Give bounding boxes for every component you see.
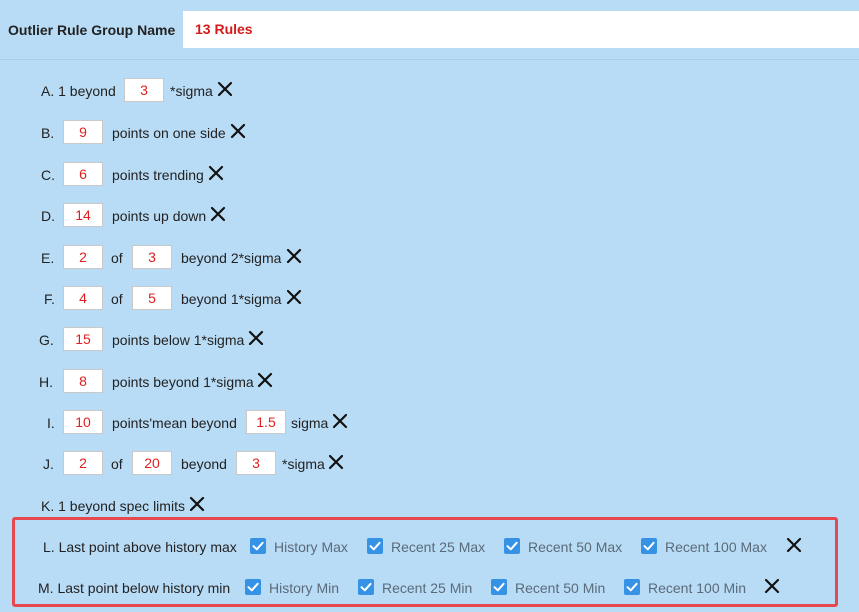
- rule-d-points-input[interactable]: [63, 203, 103, 227]
- option-label: History Max: [274, 539, 348, 555]
- option-label: History Min: [269, 580, 340, 596]
- option-label: Recent 50 Max: [528, 539, 623, 555]
- checkbox-checked-icon[interactable]: [245, 579, 261, 595]
- rule-k-label: K. 1 beyond spec limits: [41, 498, 185, 514]
- checkbox-checked-icon[interactable]: [641, 538, 657, 554]
- rule-i-suffix: sigma: [291, 415, 329, 431]
- rule-c-points-input[interactable]: [63, 162, 103, 186]
- rule-c-suffix: points trending: [112, 167, 204, 183]
- rule-m-delete-close-icon[interactable]: [764, 578, 780, 594]
- rule-b: B. points on one side: [0, 119, 859, 147]
- rule-f-label: F.: [44, 291, 55, 307]
- checkbox-checked-icon[interactable]: [491, 579, 507, 595]
- rule-g-suffix: points below 1*sigma: [112, 332, 245, 348]
- rule-d-delete-close-icon[interactable]: [210, 206, 226, 222]
- rule-g: G. points below 1*sigma: [0, 326, 859, 354]
- rule-e-total-input[interactable]: [132, 245, 172, 269]
- rule-h-delete-close-icon[interactable]: [257, 372, 273, 388]
- rule-f-total-input[interactable]: [132, 286, 172, 310]
- option-label: Recent 100 Max: [665, 539, 767, 555]
- rule-j-count-input[interactable]: [63, 451, 103, 475]
- rule-b-points-input[interactable]: [63, 120, 103, 144]
- option-label: Recent 50 Min: [515, 580, 606, 596]
- rule-c: C. points trending: [0, 161, 859, 189]
- rule-e-of: of: [111, 250, 123, 266]
- rule-e: E. of beyond 2*sigma: [0, 244, 859, 272]
- rule-j-delete-close-icon[interactable]: [328, 454, 344, 470]
- rule-l-delete-close-icon[interactable]: [786, 537, 802, 553]
- rule-g-points-input[interactable]: [63, 327, 103, 351]
- rule-d-suffix: points up down: [112, 208, 207, 224]
- rule-j-of: of: [111, 456, 123, 472]
- rule-l: L. Last point above history max History …: [0, 533, 859, 561]
- rule-i-label: I.: [47, 415, 55, 431]
- rule-h: H. points beyond 1*sigma: [0, 368, 859, 396]
- rule-f-suffix: beyond 1*sigma: [181, 291, 282, 307]
- rule-a-suffix: *sigma: [170, 83, 213, 99]
- rule-h-label: H.: [39, 374, 53, 390]
- rule-f-delete-close-icon[interactable]: [286, 289, 302, 305]
- rule-f-of: of: [111, 291, 123, 307]
- rule-d: D. points up down: [0, 202, 859, 230]
- rule-group-name-label: Outlier Rule Group Name: [8, 22, 176, 38]
- checkbox-checked-icon[interactable]: [250, 538, 266, 554]
- rule-a-delete-close-icon[interactable]: [217, 81, 233, 97]
- rule-h-points-input[interactable]: [63, 369, 103, 393]
- rule-m: M. Last point below history min History …: [0, 574, 859, 602]
- rule-j-beyond: beyond: [181, 456, 227, 472]
- rule-c-delete-close-icon[interactable]: [208, 165, 224, 181]
- rule-h-suffix: points beyond 1*sigma: [112, 374, 254, 390]
- rule-b-suffix: points on one side: [112, 125, 226, 141]
- checkbox-checked-icon[interactable]: [504, 538, 520, 554]
- rule-k-delete-close-icon[interactable]: [189, 496, 205, 512]
- rule-b-delete-close-icon[interactable]: [230, 123, 246, 139]
- checkbox-checked-icon[interactable]: [367, 538, 383, 554]
- rule-j-total-input[interactable]: [132, 451, 172, 475]
- rule-e-label: E.: [41, 250, 55, 266]
- rule-group-name-input[interactable]: [183, 11, 859, 48]
- rule-j-label: J.: [43, 456, 54, 472]
- option-label: Recent 25 Max: [391, 539, 486, 555]
- rule-i-points-input[interactable]: [63, 410, 103, 434]
- rule-c-label: C.: [41, 167, 55, 183]
- checkbox-checked-icon[interactable]: [358, 579, 374, 595]
- rule-b-label: B.: [41, 125, 55, 141]
- rule-g-delete-close-icon[interactable]: [248, 330, 264, 346]
- rule-a-label: A. 1 beyond: [41, 83, 116, 99]
- rule-k: K. 1 beyond spec limits: [0, 492, 859, 520]
- rule-j-sigma-input[interactable]: [236, 451, 276, 475]
- rule-j: J. of beyond *sigma: [0, 450, 859, 478]
- rule-i-mid: points'mean beyond: [112, 415, 237, 431]
- option-label: Recent 100 Min: [648, 580, 747, 596]
- rule-a-sigma-input[interactable]: [124, 78, 164, 102]
- rule-i: I. points'mean beyond sigma: [0, 409, 859, 437]
- rule-m-label: M. Last point below history min: [38, 580, 231, 596]
- rule-e-suffix: beyond 2*sigma: [181, 250, 282, 266]
- rule-l-label: L. Last point above history max: [43, 539, 237, 555]
- rule-g-label: G.: [39, 332, 54, 348]
- rule-d-label: D.: [41, 208, 55, 224]
- rule-a: A. 1 beyond *sigma: [0, 77, 859, 105]
- checkbox-checked-icon[interactable]: [624, 579, 640, 595]
- rule-i-sigma-input[interactable]: [246, 410, 286, 434]
- rule-e-count-input[interactable]: [63, 245, 103, 269]
- rule-i-delete-close-icon[interactable]: [332, 413, 348, 429]
- rule-j-suffix: *sigma: [282, 456, 325, 472]
- rule-f: F. of beyond 1*sigma: [0, 285, 859, 313]
- rule-e-delete-close-icon[interactable]: [286, 248, 302, 264]
- rule-f-count-input[interactable]: [63, 286, 103, 310]
- rule-group-header: Outlier Rule Group Name: [0, 0, 859, 60]
- option-label: Recent 25 Min: [382, 580, 473, 596]
